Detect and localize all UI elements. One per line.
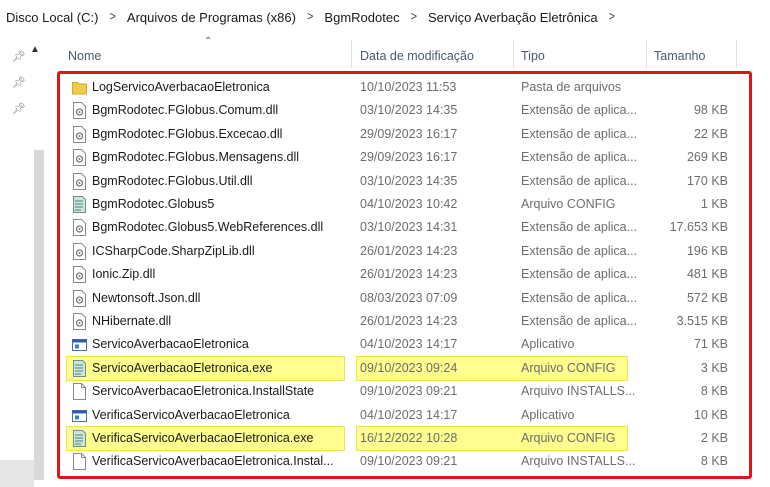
annotation-box [57, 71, 752, 479]
chevron-right-icon[interactable]: > [109, 10, 115, 24]
breadcrumb: Disco Local (C:) > Arquivos de Programas… [0, 0, 770, 34]
breadcrumb-item-arquivos-de-programas[interactable]: Arquivos de Programas (x86) [125, 10, 298, 25]
breadcrumb-item-servico-averbacao[interactable]: Serviço Averbação Eletrônica [426, 10, 600, 25]
breadcrumb-item-disco-local[interactable]: Disco Local (C:) [4, 10, 100, 25]
navigation-scrollbar[interactable] [34, 150, 44, 480]
chevron-right-icon[interactable]: > [609, 10, 615, 24]
column-divider[interactable] [646, 40, 647, 68]
column-header-size[interactable]: Tamanho [654, 36, 705, 70]
pin-icon[interactable]: 📌︎ [12, 76, 26, 89]
chevron-right-icon[interactable]: > [307, 10, 313, 24]
column-divider[interactable] [351, 40, 352, 68]
chevron-right-icon[interactable]: > [411, 10, 417, 24]
navigation-scroll-area [0, 460, 34, 487]
column-headers: Nome Data de modificação Tipo Tamanho [56, 36, 770, 70]
breadcrumb-item-bgmrodotec[interactable]: BgmRodotec [322, 10, 401, 25]
column-header-date[interactable]: Data de modificação [360, 36, 474, 70]
pin-icon[interactable]: 📌︎ [12, 102, 26, 115]
column-divider[interactable] [513, 40, 514, 68]
column-divider[interactable] [736, 40, 737, 68]
navigation-pane: 📌︎ 📌︎ 📌︎ ▲ [0, 34, 46, 487]
column-header-type[interactable]: Tipo [521, 36, 545, 70]
column-header-name[interactable]: Nome [68, 36, 101, 70]
scroll-up-icon[interactable]: ▲ [30, 44, 40, 55]
pin-icon[interactable]: 📌︎ [12, 50, 26, 63]
